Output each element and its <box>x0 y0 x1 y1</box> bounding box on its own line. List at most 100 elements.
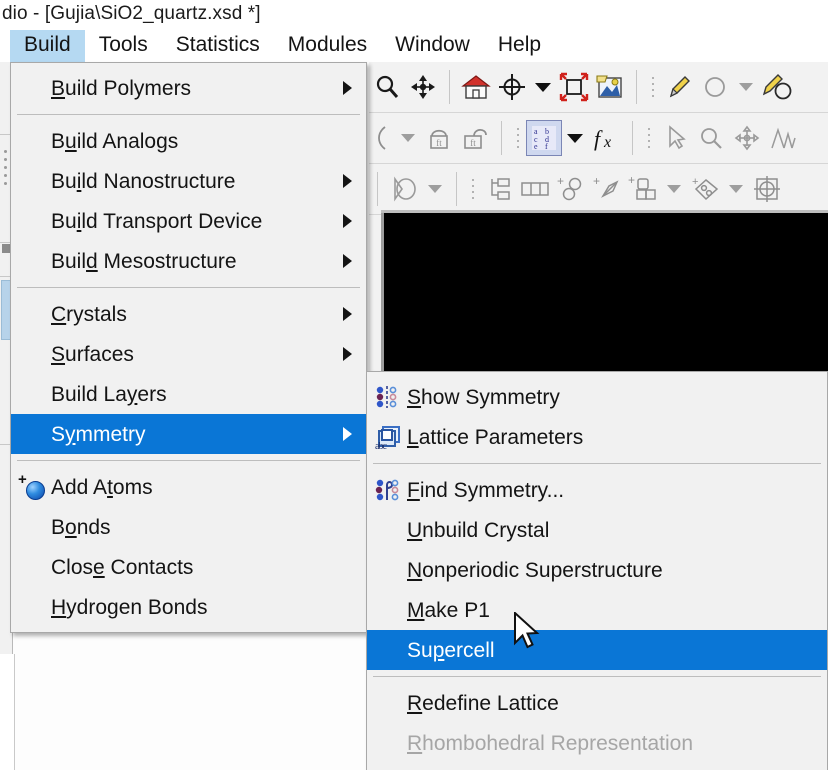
toolbar-separator <box>632 121 633 155</box>
menu-item-label: Build Layers <box>51 382 167 406</box>
menubar-item-tools[interactable]: Tools <box>85 30 162 62</box>
fit-to-screen-icon[interactable] <box>556 69 592 105</box>
menu-item-label: Symmetry <box>51 422 146 446</box>
menu-item-supercell[interactable]: Supercell <box>367 630 827 670</box>
menu-item-close-contacts[interactable]: Close Contacts <box>11 547 366 587</box>
menu-item-hydrogen-bonds[interactable]: Hydrogen Bonds <box>11 587 366 627</box>
menubar-item-build[interactable]: Build <box>10 30 85 62</box>
lattice-parameters-icon: abc <box>373 423 401 452</box>
tree-structure-icon[interactable] <box>481 171 517 207</box>
toolbar-grip[interactable] <box>514 123 523 153</box>
svg-text:f: f <box>594 126 603 151</box>
menu-item-build-nanostructure[interactable]: Build Nanostructure <box>11 161 366 201</box>
menubar-item-window-label: Window <box>395 33 470 56</box>
menu-item-bonds[interactable]: Bonds <box>11 507 366 547</box>
pencil-sketch-icon[interactable] <box>661 69 697 105</box>
menu-item-crystals[interactable]: Crystals <box>11 294 366 334</box>
atom-labels-icon[interactable]: ab cd ef <box>526 120 562 156</box>
menu-item-find-symmetry[interactable]: Find Symmetry... <box>367 470 827 510</box>
menu-item-unbuild-crystal[interactable]: Unbuild Crystal <box>367 510 827 550</box>
menu-item-label: Crystals <box>51 302 127 326</box>
menu-item-nonperiodic-superstructure[interactable]: Nonperiodic Superstructure <box>367 550 827 590</box>
toolbar-separator <box>449 70 450 104</box>
menu-item-symmetry[interactable]: Symmetry <box>11 414 366 454</box>
select-arrow-icon[interactable] <box>657 120 693 156</box>
menu-item-rhombohedral-representation: Rhombohedral Representation <box>367 723 827 763</box>
home-view-icon[interactable] <box>458 69 494 105</box>
menu-item-surfaces[interactable]: Surfaces <box>11 334 366 374</box>
menu-item-label: Build Mesostructure <box>51 249 237 273</box>
sketch-bond-icon[interactable] <box>369 120 395 156</box>
menu-item-redefine-lattice[interactable]: Redefine Lattice <box>367 683 827 723</box>
menubar-item-modules-label: Modules <box>287 33 368 56</box>
svg-text:+: + <box>557 174 564 188</box>
menu-item-make-p1[interactable]: Make P1 <box>367 590 827 630</box>
display-style-icon[interactable] <box>592 69 628 105</box>
menu-separator <box>373 463 821 464</box>
toolbar-grip[interactable] <box>469 174 478 204</box>
toolbar-separator <box>501 121 502 155</box>
chevron-down-icon[interactable] <box>661 171 687 207</box>
menubar-item-statistics[interactable]: Statistics <box>162 30 274 62</box>
chevron-down-icon[interactable] <box>395 120 421 156</box>
menu-item-label: Unbuild Crystal <box>407 518 550 542</box>
svg-text:f: f <box>545 142 548 150</box>
menu-item-build-transport-device[interactable]: Build Transport Device <box>11 201 366 241</box>
menu-item-build-layers[interactable]: Build Layers <box>11 374 366 414</box>
ring-circle-icon[interactable] <box>697 69 733 105</box>
svg-text:+: + <box>692 176 698 188</box>
submenu-arrow-icon <box>343 254 352 268</box>
window-title: dio - [Gujia\SiO2_quartz.xsd *] <box>2 3 261 24</box>
svg-text:ft: ft <box>470 138 476 148</box>
toolbar-grip[interactable] <box>645 123 654 153</box>
menu-item-build-polymers[interactable]: Build Polymers <box>11 68 366 108</box>
submenu-arrow-icon <box>343 307 352 321</box>
add-atom-tool-icon[interactable]: + <box>589 171 625 207</box>
measure-icon[interactable] <box>765 120 801 156</box>
chevron-down-icon[interactable] <box>723 171 749 207</box>
add-cell-icon[interactable]: + <box>625 171 661 207</box>
rotate-view-icon[interactable] <box>386 171 422 207</box>
unlock-atom-icon[interactable]: ft <box>457 120 493 156</box>
menu-item-label: Make P1 <box>407 598 490 622</box>
build-menu-popup: Build Polymers Build Analogs Build Nanos… <box>10 62 367 633</box>
menu-item-label: Find Symmetry... <box>407 478 565 502</box>
magnifier-icon[interactable] <box>693 120 729 156</box>
chevron-down-icon[interactable] <box>562 120 588 156</box>
zoom-icon[interactable] <box>369 69 405 105</box>
menu-item-build-analogs[interactable]: Build Analogs <box>11 121 366 161</box>
menu-item-show-symmetry[interactable]: Show Symmetry <box>367 377 827 417</box>
table-icon[interactable] <box>517 171 553 207</box>
add-fragment-icon[interactable]: + <box>553 171 589 207</box>
pencil-ring-icon[interactable] <box>759 69 795 105</box>
symmetry-tool-icon[interactable]: + <box>687 171 723 207</box>
menubar-item-help[interactable]: Help <box>484 30 555 62</box>
fx-function-icon[interactable]: f x <box>588 120 624 156</box>
menu-item-label: Rhombohedral Representation <box>407 731 694 755</box>
submenu-arrow-icon <box>343 174 352 188</box>
toolbar-row-build: + + + + <box>369 164 828 215</box>
menu-item-lattice-parameters[interactable]: abc Lattice Parameters <box>367 417 827 457</box>
toolbar-separator <box>456 172 457 206</box>
toolbar-row-tools: ft ft ab cd ef f x <box>369 113 828 164</box>
chevron-down-icon[interactable] <box>530 69 556 105</box>
chevron-down-icon[interactable] <box>733 69 759 105</box>
menu-item-build-mesostructure[interactable]: Build Mesostructure <box>11 241 366 281</box>
menu-item-label: Lattice Parameters <box>407 425 584 449</box>
menubar-item-window[interactable]: Window <box>381 30 484 62</box>
chevron-down-icon[interactable] <box>422 171 448 207</box>
move-atoms-icon[interactable] <box>729 120 765 156</box>
menubar-item-tools-label: Tools <box>98 33 148 56</box>
toolbar-row-view <box>369 62 828 113</box>
menu-item-label: Add Atoms <box>51 475 153 499</box>
menu-item-add-atoms[interactable]: + Add Atoms <box>11 467 366 507</box>
menu-item-label: Build Polymers <box>51 76 192 100</box>
menubar-item-modules[interactable]: Modules <box>274 30 381 62</box>
crosshair-cell-icon[interactable] <box>749 171 785 207</box>
center-target-icon[interactable] <box>494 69 530 105</box>
svg-text:x: x <box>603 134 611 151</box>
pan-move-icon[interactable] <box>405 69 441 105</box>
toolbar-grip[interactable] <box>649 72 658 102</box>
lock-atom-icon[interactable]: ft <box>421 120 457 156</box>
svg-text:e: e <box>534 142 538 150</box>
